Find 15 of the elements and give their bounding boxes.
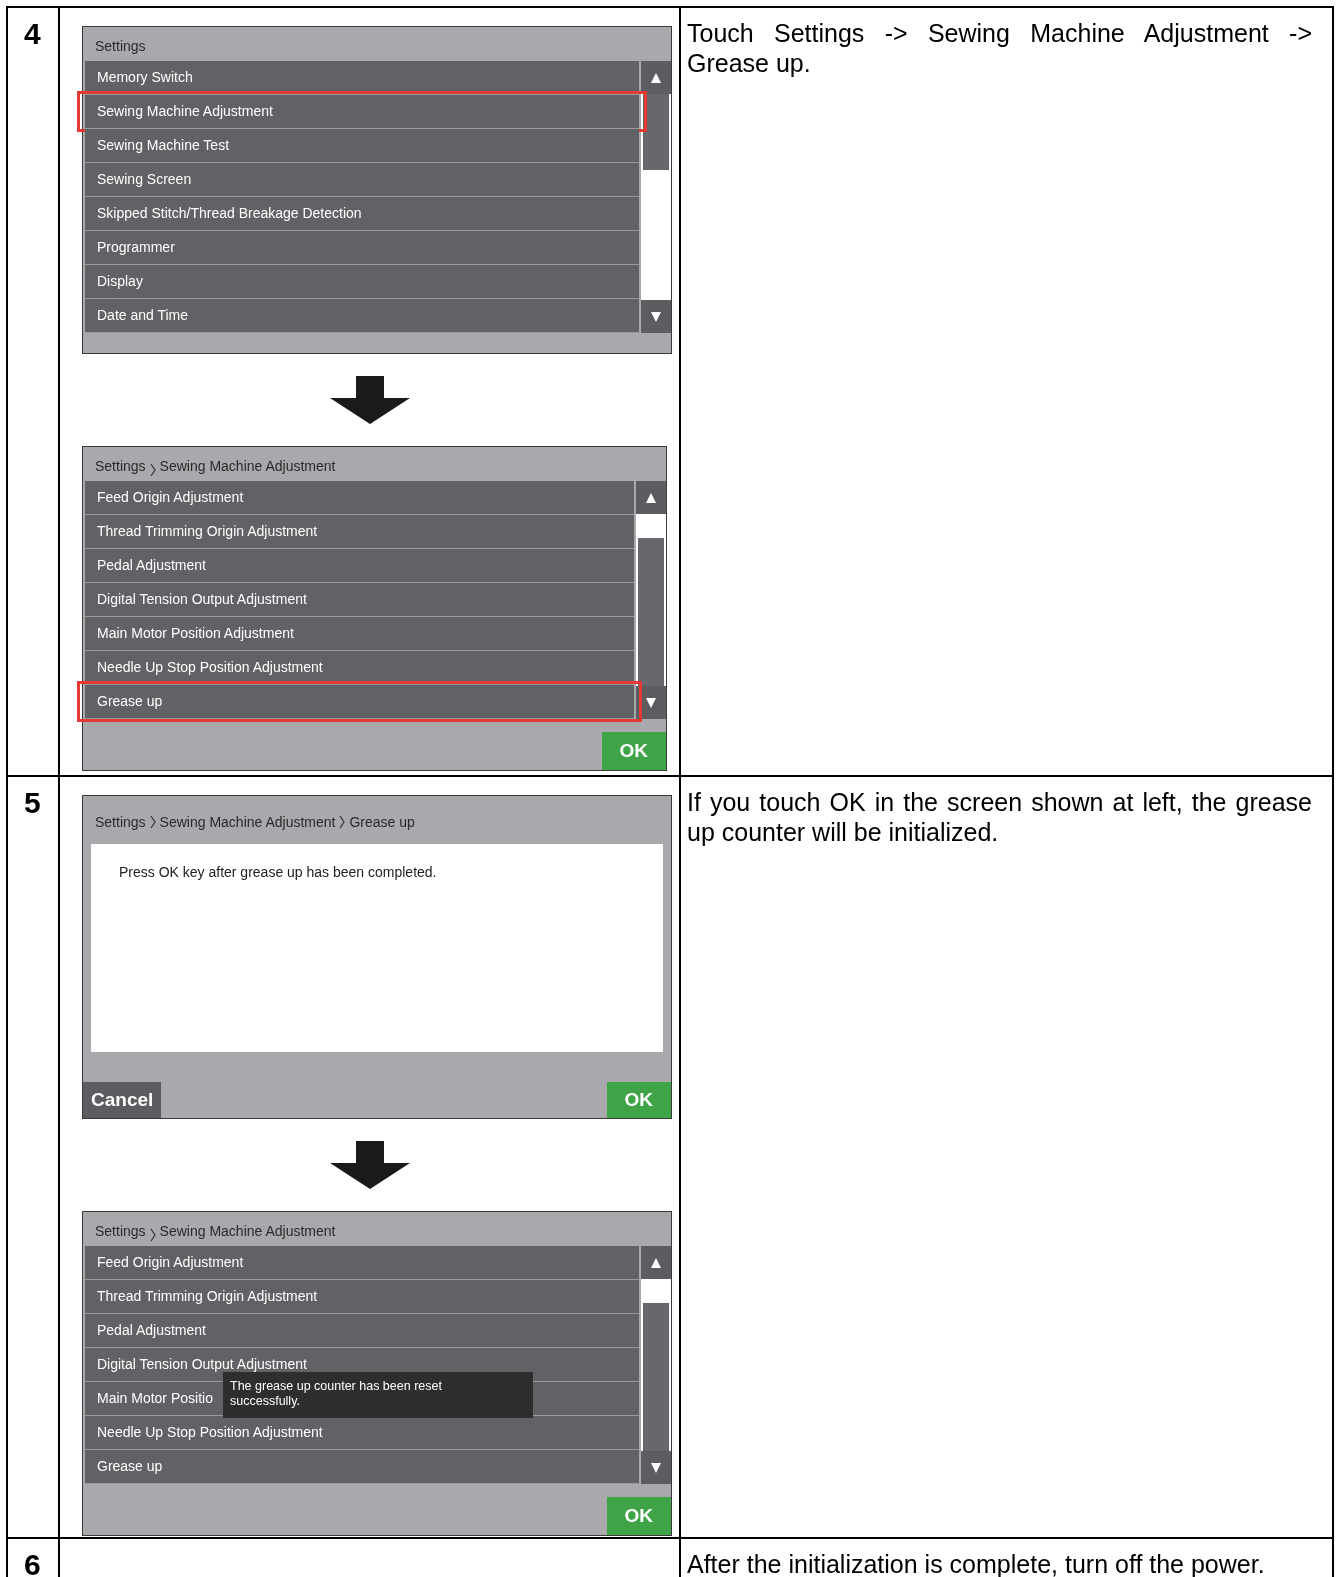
breadcrumb-item: Sewing Machine Adjustment [159, 812, 336, 832]
step-number: 4 [24, 17, 41, 50]
breadcrumb-item: Settings [95, 1222, 146, 1241]
breadcrumb-item: Sewing Machine Adjustment [159, 457, 336, 476]
breadcrumb-item: Settings [95, 457, 146, 476]
breadcrumb-item: Grease up [349, 812, 415, 832]
breadcrumb-item: Sewing Machine Adjustment [159, 1222, 336, 1241]
breadcrumb-item: Settings [95, 37, 146, 56]
message-text: Press OK key after grease up has been completed. [119, 864, 437, 880]
step-number: 6 [24, 1548, 41, 1577]
step-number: 5 [24, 786, 41, 819]
instruction-text: If you touch OK in the screen shown at left, the grease up counter will be initialized. [687, 787, 1312, 847]
breadcrumb-item: Settings [95, 812, 146, 832]
instruction-text: Touch Settings -> Sewing Machine Adjustment -> Grease up. [687, 18, 1312, 78]
reset-toast: The grease up counter has been reset successfully. [223, 1372, 533, 1418]
